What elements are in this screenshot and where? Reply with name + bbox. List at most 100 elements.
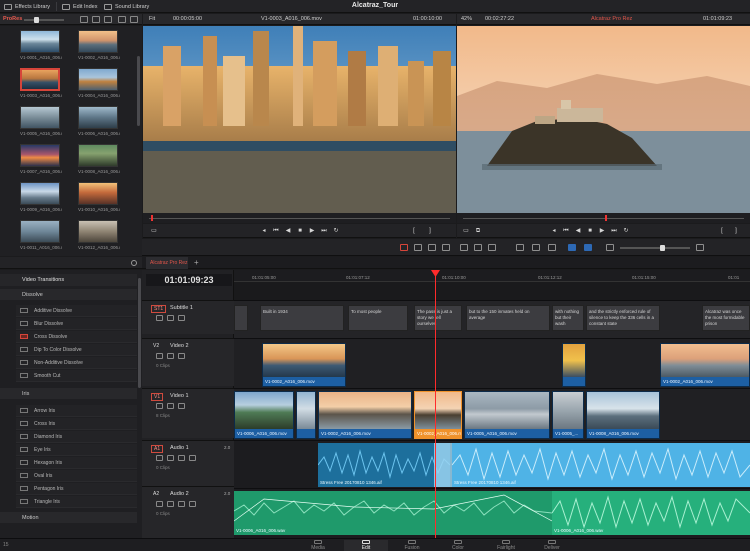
page-color[interactable]: Color bbox=[436, 540, 480, 551]
effect-item[interactable]: Arrow Iris bbox=[16, 405, 137, 417]
selection-tool-icon[interactable] bbox=[400, 244, 408, 251]
caption-icon[interactable] bbox=[167, 315, 174, 321]
loop-icon[interactable]: ↻ bbox=[333, 228, 339, 234]
replace-clip-icon[interactable] bbox=[488, 244, 496, 251]
media-clip[interactable]: V1-0001_A016_006.mov bbox=[18, 30, 62, 60]
track-header-audio-2[interactable]: A2 Audio 2 2.0 0 Clips bbox=[142, 486, 234, 538]
solo-icon[interactable] bbox=[178, 455, 185, 461]
fit-dropdown[interactable]: Fit bbox=[149, 16, 155, 22]
mark-in-icon[interactable]: [ bbox=[411, 228, 417, 234]
effect-item[interactable]: Blur Dissolve bbox=[16, 318, 137, 330]
subtitle-clip[interactable]: To most people bbox=[348, 305, 408, 331]
track-id[interactable]: V1 bbox=[151, 393, 164, 401]
track-header-video-1[interactable]: V1 Video 1 8 Clips bbox=[142, 388, 234, 438]
list-view-icon[interactable] bbox=[92, 16, 100, 23]
lock-icon[interactable] bbox=[156, 403, 163, 409]
play-icon[interactable]: ▶ bbox=[309, 228, 315, 234]
track-id[interactable]: ST1 bbox=[151, 305, 167, 313]
visibility-icon[interactable] bbox=[178, 315, 185, 321]
effect-item[interactable]: Cross Iris bbox=[16, 418, 137, 430]
effect-item[interactable]: Dip To Color Dissolve bbox=[16, 344, 137, 356]
play-icon[interactable]: ▶ bbox=[599, 228, 605, 234]
step-forward-icon[interactable]: ⏭ bbox=[611, 228, 617, 234]
blade-tool-icon[interactable] bbox=[442, 244, 450, 251]
page-fusion[interactable]: Fusion bbox=[390, 540, 434, 551]
stop-icon[interactable]: ■ bbox=[297, 228, 303, 234]
trim-tool-icon[interactable] bbox=[414, 244, 422, 251]
timeline-viewer[interactable] bbox=[457, 26, 750, 213]
media-clip[interactable]: V1-0004_A016_006.mov bbox=[76, 68, 120, 98]
mute-icon[interactable] bbox=[189, 501, 196, 507]
snapping-icon[interactable] bbox=[516, 244, 524, 251]
zoom-out-icon[interactable] bbox=[606, 244, 614, 251]
reverse-play-icon[interactable]: ◀ bbox=[575, 228, 581, 234]
audio-clip[interactable]: Stress Free 20170810 1346.aif bbox=[318, 443, 450, 487]
video-clip[interactable]: V1-0002_A016_006.mov bbox=[660, 343, 750, 387]
timeline-playhead[interactable] bbox=[435, 270, 436, 538]
effects-group-iris[interactable]: Iris bbox=[0, 388, 137, 399]
lock-icon[interactable] bbox=[156, 455, 163, 461]
dynamic-trim-icon[interactable] bbox=[428, 244, 436, 251]
media-clip[interactable]: V1-0011_A016_006.mov bbox=[18, 220, 62, 250]
overwrite-clip-icon[interactable] bbox=[474, 244, 482, 251]
timeline-scrubber[interactable] bbox=[457, 213, 750, 223]
sort-icon[interactable] bbox=[104, 16, 112, 23]
effect-item[interactable]: Hexagon Iris bbox=[16, 457, 137, 469]
auto-select-icon[interactable] bbox=[167, 501, 174, 507]
subtitle-clip[interactable]: The pass is just a story we tell ourselv… bbox=[414, 305, 462, 331]
lock-icon[interactable] bbox=[156, 353, 163, 359]
video-clip[interactable] bbox=[562, 343, 586, 387]
effect-item[interactable]: Additive Dissolve bbox=[16, 305, 137, 317]
video-clip[interactable]: V1-0002_A016_006.mov bbox=[318, 391, 412, 439]
subtitle-clip[interactable]: Alcatraz was once the most formidable pr… bbox=[702, 305, 750, 331]
media-clip[interactable]: V1-0010_A016_006.mov bbox=[76, 182, 120, 212]
track-id[interactable]: V2 bbox=[151, 343, 161, 349]
audio-clip[interactable]: Stress Free 20170810 1346.aif bbox=[452, 443, 750, 487]
flag-icon[interactable] bbox=[568, 244, 576, 251]
audio-clip[interactable]: V1-0006_A016_006.wav bbox=[552, 491, 750, 535]
track-header-video-2[interactable]: V2 Video 2 0 Clips bbox=[142, 338, 234, 386]
source-clip-name[interactable]: V1-0003_A016_006.mov bbox=[261, 16, 322, 22]
media-clip-selected[interactable]: V1-0003_A016_006.mov bbox=[18, 68, 62, 98]
search-icon[interactable] bbox=[118, 16, 126, 23]
source-playhead[interactable] bbox=[151, 215, 153, 221]
timeline-viewer-playhead[interactable] bbox=[605, 215, 607, 221]
timeline-name[interactable]: Alcatraz Pro Rez bbox=[591, 16, 632, 22]
page-fairlight[interactable]: Fairlight bbox=[484, 540, 528, 551]
insert-clip-icon[interactable] bbox=[460, 244, 468, 251]
lock-icon[interactable] bbox=[156, 315, 163, 321]
auto-select-icon[interactable] bbox=[167, 353, 174, 359]
scrub-track[interactable] bbox=[463, 218, 744, 219]
source-viewer[interactable] bbox=[143, 26, 456, 213]
effects-scrollbar[interactable] bbox=[138, 278, 141, 388]
view-options-icon[interactable]: ▭ bbox=[151, 228, 157, 234]
video-clip[interactable]: V1-0008_A016_006.mov bbox=[586, 391, 660, 439]
jog-left-icon[interactable]: ◂ bbox=[261, 228, 267, 234]
jog-left-icon[interactable]: ◂ bbox=[551, 228, 557, 234]
video-clip[interactable]: V1-0005_... bbox=[552, 391, 584, 439]
zoom-dropdown[interactable]: 42% bbox=[461, 16, 472, 22]
track-header-audio-1[interactable]: A1 Audio 1 2.0 0 Clips bbox=[142, 440, 234, 486]
thumbnail-size-slider[interactable] bbox=[24, 17, 64, 23]
zoom-in-icon[interactable] bbox=[696, 244, 704, 251]
search-icon[interactable] bbox=[131, 260, 137, 266]
media-pool-scrollbar[interactable] bbox=[137, 56, 140, 126]
step-back-icon[interactable]: ⏮ bbox=[273, 228, 279, 234]
step-back-icon[interactable]: ⏮ bbox=[563, 228, 569, 234]
position-lock-icon[interactable] bbox=[548, 244, 556, 251]
page-deliver[interactable]: Deliver bbox=[530, 540, 574, 551]
source-scrubber[interactable] bbox=[143, 213, 456, 223]
video-clip[interactable] bbox=[296, 391, 316, 439]
track-id[interactable]: A1 bbox=[151, 445, 164, 453]
subtitle-clip[interactable] bbox=[234, 305, 248, 331]
video-clip-selected[interactable]: V1-0002_A016_006.mov bbox=[414, 391, 462, 439]
mark-out-icon[interactable]: ] bbox=[427, 228, 433, 234]
match-frame-icon[interactable]: ⧉ bbox=[475, 228, 481, 234]
effect-item-selected[interactable]: Cross Dissolve bbox=[16, 331, 137, 343]
mark-in-icon[interactable]: [ bbox=[719, 228, 725, 234]
media-clip[interactable]: V1-0008_A016_006.mov bbox=[76, 144, 120, 174]
subtitle-clip[interactable]: and the strictly enforced rule of silenc… bbox=[586, 305, 660, 331]
timeline-ruler[interactable]: 01:01:05:00 01:01:07:12 01:01:10:00 01:0… bbox=[234, 270, 750, 282]
marker-icon[interactable] bbox=[584, 244, 592, 251]
add-timeline-icon[interactable]: + bbox=[194, 258, 199, 267]
